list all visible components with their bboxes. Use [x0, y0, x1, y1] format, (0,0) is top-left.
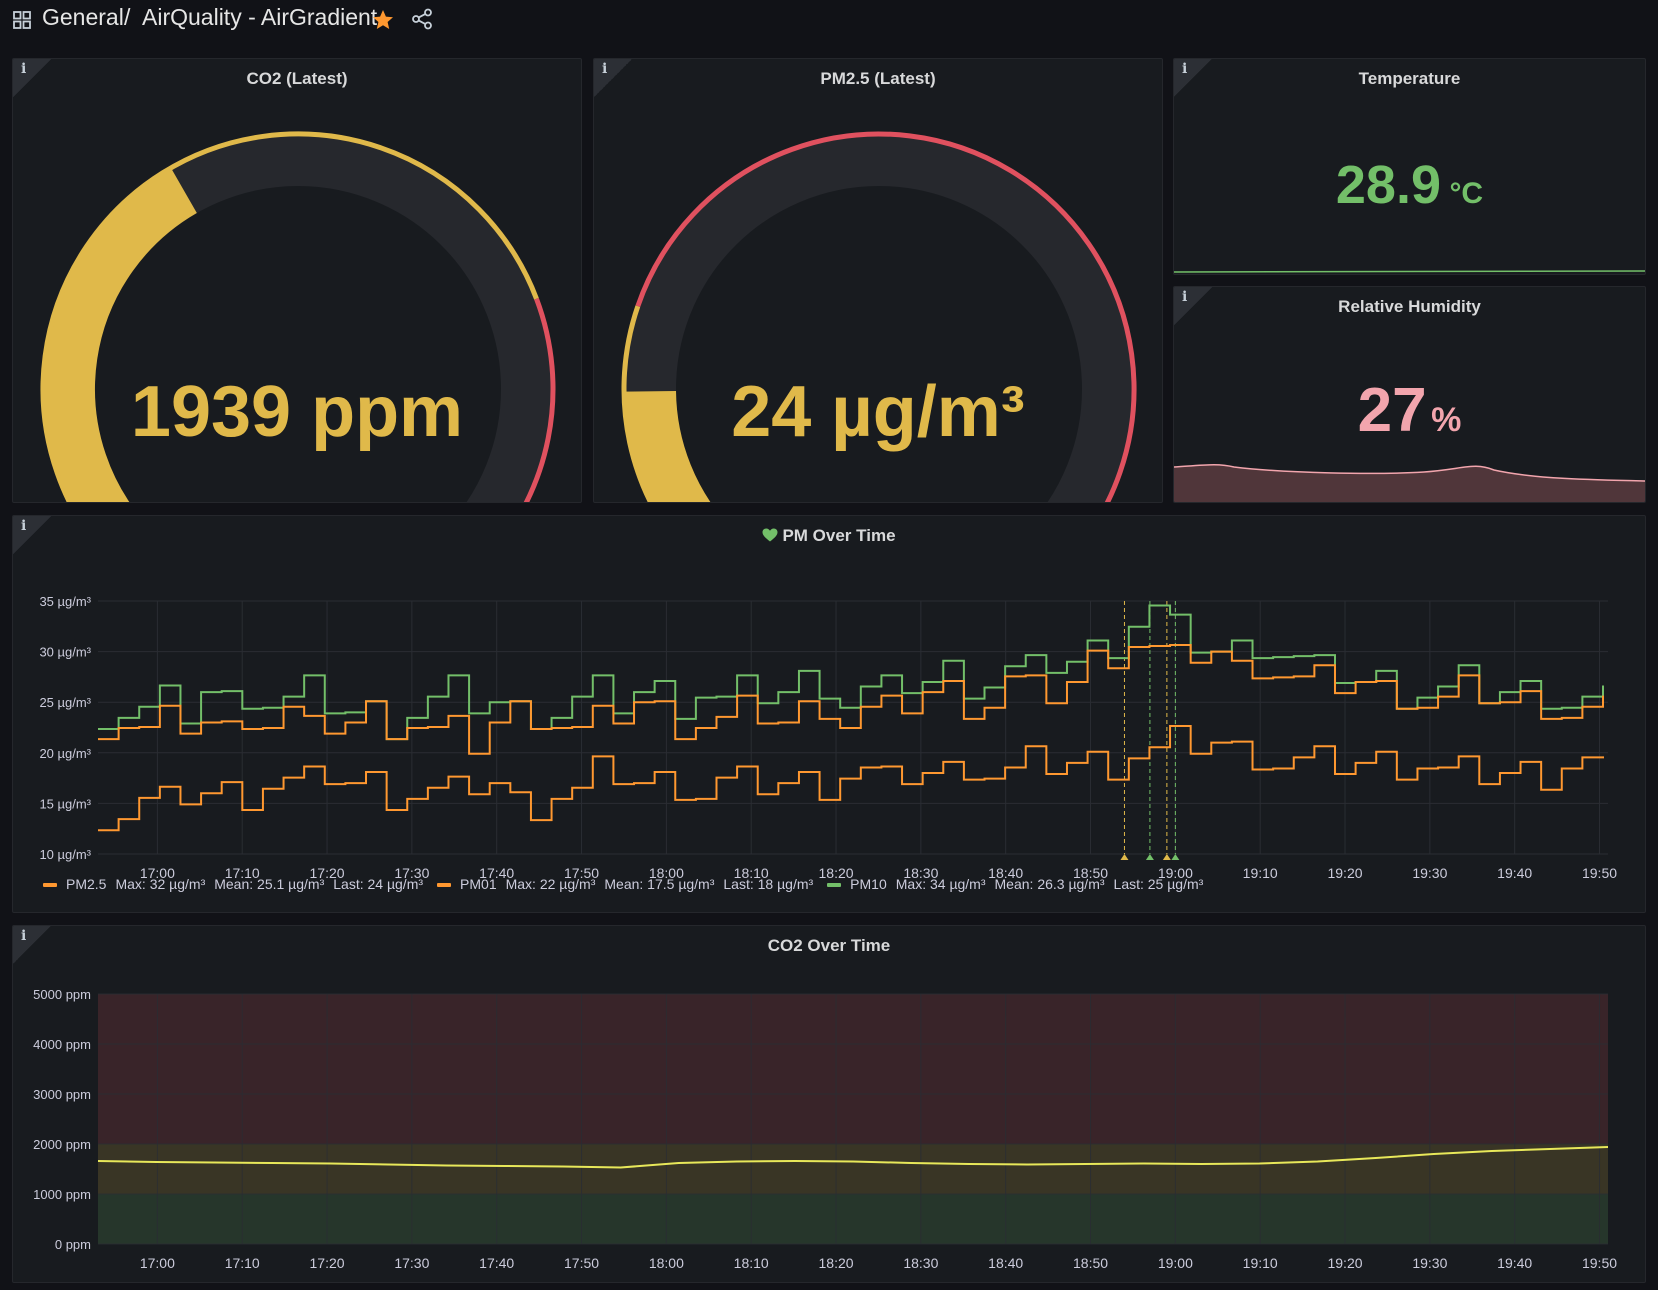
share-icon[interactable] — [411, 8, 433, 30]
x-tick-label: 18:00 — [649, 1255, 684, 1271]
legend-stat-last: Last: 25 µg/m³ — [1113, 876, 1204, 892]
pm-chart-svg[interactable]: 10 µg/m³ 15 µg/m³ 20 µg/m³ 25 µg/m³ 30 µg/m³… — [13, 516, 1646, 913]
legend-item[interactable]: PM10 Max: 34 µg/m³ Mean: 26.3 µg/m³ Last: 2… — [827, 876, 1203, 892]
y-tick-label: 0 ppm — [55, 1237, 91, 1252]
pm25-latest-panel[interactable]: i PM2.5 (Latest) 24 µg/m³ — [593, 58, 1163, 503]
star-icon[interactable] — [371, 8, 395, 32]
co2-latest-panel[interactable]: i CO2 (Latest) 1939 ppm — [12, 58, 582, 503]
legend-item[interactable]: PM2.5 Max: 32 µg/m³ Mean: 25.1 µg/m³ Last: … — [43, 876, 423, 892]
co2-over-time-panel[interactable]: i CO2 Over Time 0 ppm 1000 ppm 2000 ppm 300… — [12, 925, 1646, 1283]
co2-chart-svg[interactable]: 0 ppm 1000 ppm 2000 ppm 3000 ppm 4000 ppm 500… — [13, 926, 1646, 1283]
series-line-pm10 — [98, 604, 1604, 741]
co2-value: 1939 ppm — [130, 372, 464, 452]
gauge-value-fill — [41, 166, 198, 502]
legend-series-name: PM01 — [460, 876, 497, 892]
series-line-pm25 — [98, 644, 1604, 755]
legend-swatch — [827, 883, 842, 888]
x-tick-label: 19:00 — [1158, 1255, 1193, 1271]
legend-swatch — [43, 883, 57, 888]
legend-stat-max: Max: 32 µg/m³ — [115, 876, 206, 892]
pm-legend: PM2.5 Max: 32 µg/m³ Mean: 25.1 µg/m³ Last: … — [43, 876, 1217, 892]
dashboard-title[interactable]: AirQuality - AirGradient — [142, 4, 377, 31]
annotation-marker — [1162, 854, 1171, 860]
temperature-unit: °C — [1449, 177, 1484, 210]
x-tick-label: 19:40 — [1497, 865, 1532, 881]
temperature-value: 28.9 °C — [1174, 154, 1645, 216]
threshold-band — [98, 994, 1608, 1144]
breadcrumb-folder[interactable]: General — [42, 4, 124, 31]
y-tick-label: 30 µg/m³ — [39, 645, 91, 660]
x-tick-label: 19:40 — [1497, 1255, 1532, 1271]
legend-stat-last: Last: 18 µg/m³ — [723, 876, 814, 892]
y-tick-label: 3000 ppm — [33, 1087, 91, 1102]
y-tick-label: 25 µg/m³ — [39, 695, 91, 710]
x-tick-label: 19:30 — [1412, 1255, 1447, 1271]
threshold-band — [98, 1194, 1608, 1244]
legend-stat-mean: Mean: 17.5 µg/m³ — [604, 876, 715, 892]
humidity-number: 27 — [1357, 376, 1427, 445]
y-tick-label: 20 µg/m³ — [39, 746, 91, 761]
legend-item[interactable]: PM01 Max: 22 µg/m³ Mean: 17.5 µg/m³ Last: 1… — [437, 876, 813, 892]
legend-series-name: PM2.5 — [66, 876, 107, 892]
x-tick-label: 18:20 — [819, 1255, 854, 1271]
x-tick-label: 19:50 — [1582, 1255, 1617, 1271]
annotation-marker — [1171, 854, 1180, 860]
x-tick-label: 18:50 — [1073, 1255, 1108, 1271]
annotation-marker — [1120, 854, 1129, 860]
legend-stat-mean: Mean: 26.3 µg/m³ — [994, 876, 1105, 892]
temperature-panel[interactable]: i Temperature 28.9 °C — [1173, 58, 1646, 275]
x-tick-label: 19:30 — [1412, 865, 1447, 881]
y-tick-label: 5000 ppm — [33, 987, 91, 1002]
legend-stat-max: Max: 22 µg/m³ — [505, 876, 596, 892]
threshold-band — [98, 1144, 1608, 1194]
temperature-number: 28.9 — [1335, 155, 1441, 215]
x-tick-label: 17:40 — [479, 1255, 514, 1271]
x-tick-label: 19:20 — [1327, 1255, 1362, 1271]
x-tick-label: 17:50 — [564, 1255, 599, 1271]
humidity-panel[interactable]: i Relative Humidity 27 % — [1173, 286, 1646, 503]
y-tick-label: 15 µg/m³ — [39, 796, 91, 811]
x-tick-label: 19:50 — [1582, 865, 1617, 881]
apps-grid-icon[interactable] — [12, 10, 32, 30]
y-tick-label: 10 µg/m³ — [39, 847, 91, 862]
y-tick-label: 35 µg/m³ — [39, 594, 91, 609]
x-tick-label: 17:00 — [140, 1255, 175, 1271]
x-tick-label: 19:20 — [1327, 865, 1362, 881]
breadcrumb-separator: / — [124, 4, 131, 30]
humidity-unit: % — [1431, 401, 1462, 439]
x-tick-label: 19:10 — [1243, 865, 1278, 881]
dashboard-header: General / AirQuality - AirGradient — [0, 0, 1658, 40]
x-tick-label: 17:20 — [310, 1255, 345, 1271]
legend-stat-mean: Mean: 25.1 µg/m³ — [214, 876, 325, 892]
legend-stat-last: Last: 24 µg/m³ — [333, 876, 424, 892]
legend-stat-max: Max: 34 µg/m³ — [895, 876, 986, 892]
y-tick-label: 1000 ppm — [33, 1187, 91, 1202]
x-tick-label: 18:40 — [988, 1255, 1023, 1271]
pm25-value: 24 µg/m³ — [731, 372, 1025, 452]
x-tick-label: 19:10 — [1243, 1255, 1278, 1271]
pm-over-time-panel[interactable]: i PM Over Time 10 µg/m³ 15 µg/m³ 20 µg/m³ 2… — [12, 515, 1646, 913]
x-tick-label: 17:10 — [225, 1255, 260, 1271]
y-tick-label: 2000 ppm — [33, 1137, 91, 1152]
series-line-pm01 — [98, 724, 1604, 832]
humidity-value: 27 % — [1174, 375, 1645, 446]
x-tick-label: 18:10 — [734, 1255, 769, 1271]
x-tick-label: 17:30 — [394, 1255, 429, 1271]
legend-series-name: PM10 — [850, 876, 887, 892]
y-tick-label: 4000 ppm — [33, 1037, 91, 1052]
annotation-marker — [1145, 854, 1154, 860]
x-tick-label: 18:30 — [903, 1255, 938, 1271]
legend-swatch — [437, 883, 452, 888]
